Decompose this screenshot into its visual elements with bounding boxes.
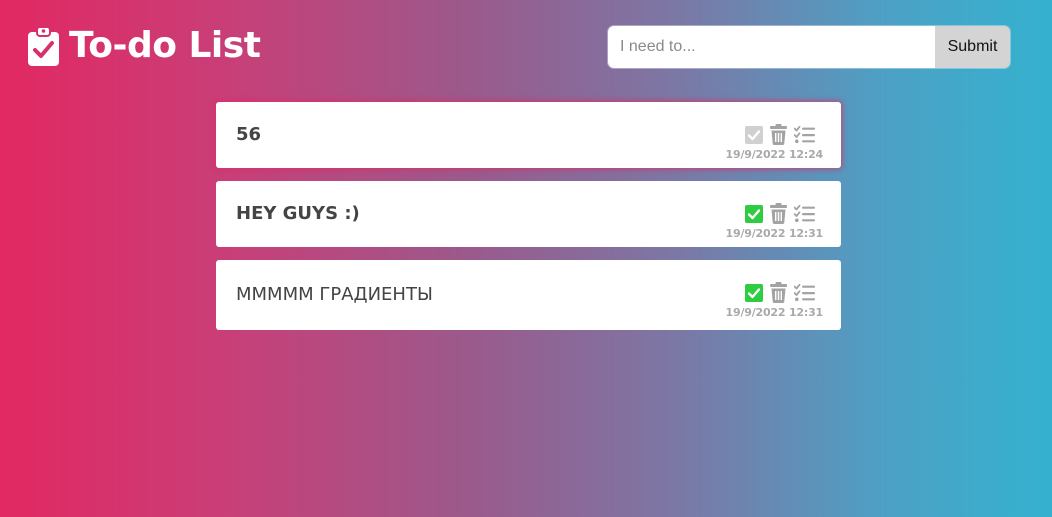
todo-item[interactable]: MMMMM ГРАДИЕНТЫ 19/9/2022 12:31 [216,260,841,330]
todo-form: Submit [608,26,1010,68]
task-list-icon[interactable] [794,204,815,223]
trash-icon[interactable] [770,203,787,224]
todo-timestamp: 19/9/2022 12:31 [725,227,824,240]
checkbox-icon[interactable] [745,204,763,223]
todo-timestamp: 19/9/2022 12:31 [725,306,824,319]
todo-list: 56 19/9/2022 12:24 HEY GUYS:) 19/9/2022… [216,102,841,343]
checkbox-icon[interactable] [745,125,763,144]
clipboard-check-icon [28,26,59,66]
todo-text: HEY GUYS :) [236,203,360,224]
todo-input[interactable] [608,26,935,68]
task-list-icon[interactable] [794,283,815,302]
app-title: To-do List [69,25,261,66]
todo-text: 56 [236,124,262,145]
trash-icon[interactable] [770,282,787,303]
checkbox-icon[interactable] [745,283,763,302]
task-list-icon[interactable] [794,125,815,144]
app-header: To-do List [28,24,261,68]
todo-actions [745,124,815,145]
submit-button[interactable]: Submit [935,26,1010,68]
trash-icon[interactable] [770,124,787,145]
todo-item[interactable]: 56 19/9/2022 12:24 [216,102,841,168]
todo-actions [745,203,815,224]
todo-item[interactable]: HEY GUYS :) 19/9/2022 12:31 [216,181,841,247]
todo-timestamp: 19/9/2022 12:24 [725,148,824,161]
todo-text: MMMMM ГРАДИЕНТЫ [236,284,433,305]
todo-actions [745,282,815,303]
